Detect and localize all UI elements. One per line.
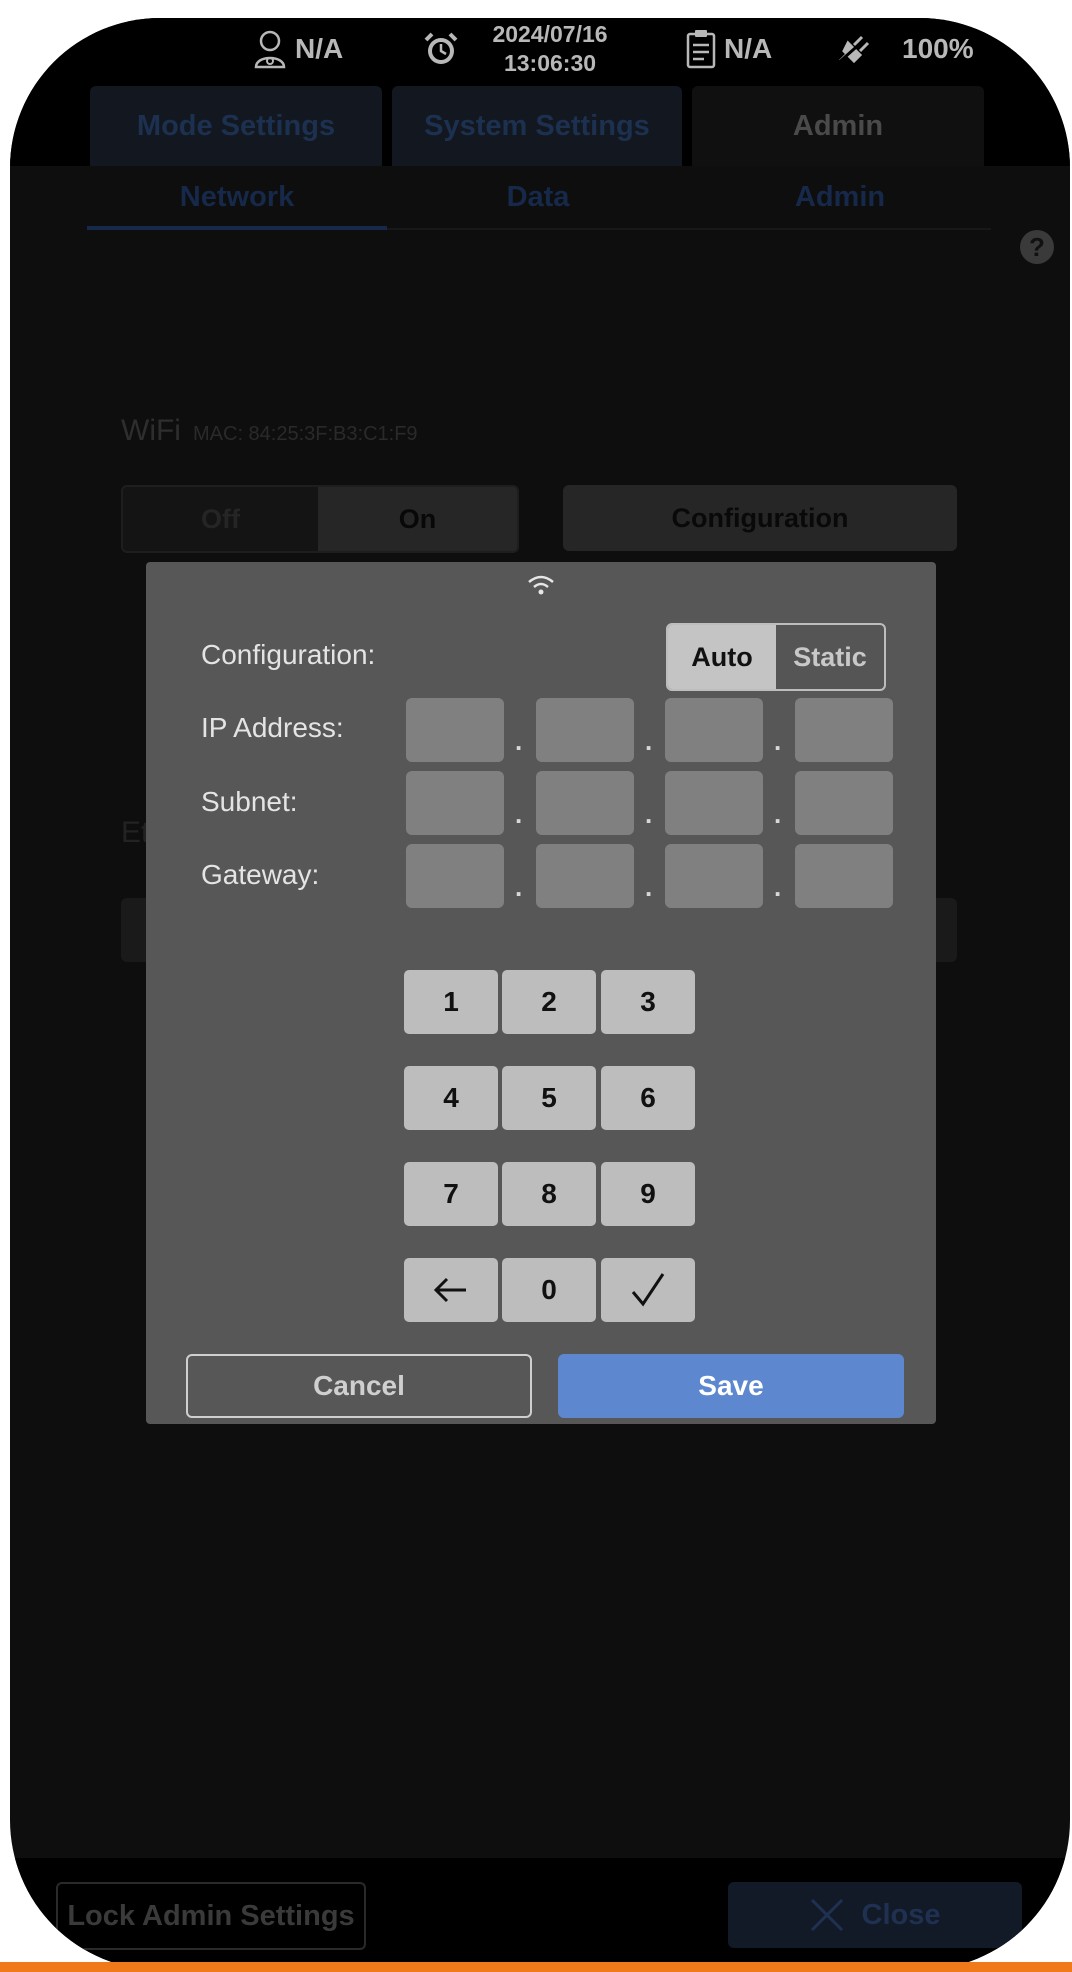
ip-octet-3[interactable] xyxy=(665,698,763,762)
date-text: 2024/07/16 xyxy=(492,21,608,47)
configuration-mode-selector[interactable]: Auto Static xyxy=(666,623,886,691)
wifi-on-option[interactable]: On xyxy=(318,487,517,551)
gateway-dot: . xyxy=(645,872,653,902)
key-3[interactable]: 3 xyxy=(601,970,695,1034)
tab-admin[interactable]: Admin xyxy=(692,86,984,166)
key-0[interactable]: 0 xyxy=(502,1258,596,1322)
lock-admin-settings-button[interactable]: Lock Admin Settings xyxy=(56,1882,366,1950)
alarm-clock-icon xyxy=(424,32,458,64)
wifi-toggle[interactable]: Off On xyxy=(121,485,519,553)
subtab-data[interactable]: Data xyxy=(387,166,689,228)
key-confirm[interactable] xyxy=(601,1258,695,1322)
gateway-octet-4[interactable] xyxy=(795,844,893,908)
subnet-dot: . xyxy=(645,799,653,829)
wifi-off-option[interactable]: Off xyxy=(123,487,318,551)
battery-value: 100% xyxy=(902,33,974,64)
clipboard-value: N/A xyxy=(724,33,773,64)
tab-system-settings[interactable]: System Settings xyxy=(392,86,682,166)
ip-octet-1[interactable] xyxy=(406,698,504,762)
auto-option[interactable]: Auto xyxy=(668,625,776,689)
ip-octet-2[interactable] xyxy=(536,698,634,762)
doctor-icon xyxy=(254,30,286,69)
alarm-status xyxy=(422,18,468,80)
power-status xyxy=(834,18,882,80)
close-button[interactable]: Close xyxy=(728,1882,1022,1948)
subnet-label: Subnet: xyxy=(201,786,298,817)
datetime: 2024/07/16 13:06:30 xyxy=(480,18,620,80)
subnet-octet-2[interactable] xyxy=(536,771,634,835)
cancel-button[interactable]: Cancel xyxy=(186,1354,532,1418)
bottom-bar: Lock Admin Settings Close xyxy=(10,1858,1070,1970)
sub-tabs: Network Data Admin xyxy=(87,166,991,230)
clipboard-status: N/A xyxy=(686,18,772,80)
gateway-label: Gateway: xyxy=(201,859,320,890)
gateway-octet-2[interactable] xyxy=(536,844,634,908)
battery-status: 100% xyxy=(902,18,974,80)
help-icon[interactable]: ? xyxy=(1020,230,1054,264)
subtab-admin[interactable]: Admin xyxy=(689,166,991,228)
wifi-label: WiFi xyxy=(121,414,181,447)
ip-dot: . xyxy=(515,726,523,756)
close-label: Close xyxy=(861,1898,941,1931)
tab-mode-settings[interactable]: Mode Settings xyxy=(90,86,382,166)
key-8[interactable]: 8 xyxy=(502,1162,596,1226)
static-option[interactable]: Static xyxy=(776,625,884,689)
gateway-octet-3[interactable] xyxy=(665,844,763,908)
gateway-octet-1[interactable] xyxy=(406,844,504,908)
gateway-dot: . xyxy=(774,872,782,902)
subnet-octet-3[interactable] xyxy=(665,771,763,835)
subtab-network[interactable]: Network xyxy=(87,166,387,230)
key-2[interactable]: 2 xyxy=(502,970,596,1034)
wifi-icon xyxy=(528,575,554,595)
key-4[interactable]: 4 xyxy=(404,1066,498,1130)
key-backspace[interactable] xyxy=(404,1258,498,1322)
key-7[interactable]: 7 xyxy=(404,1162,498,1226)
close-icon xyxy=(810,1898,843,1932)
key-5[interactable]: 5 xyxy=(502,1066,596,1130)
mac-address: MAC: 84:25:3F:B3:C1:F9 xyxy=(193,423,418,445)
key-9[interactable]: 9 xyxy=(601,1162,695,1226)
gateway-dot: . xyxy=(515,872,523,902)
device-screen: N/A 2024/07/16 13:06:30 N/A 100% Mode Se… xyxy=(10,18,1070,1970)
bottom-accent-bar xyxy=(0,1962,1072,1972)
unplugged-icon xyxy=(835,31,873,67)
main-tabs: Mode Settings System Settings Admin xyxy=(10,80,1070,166)
wifi-config-dialog: Configuration: Auto Static IP Address: .… xyxy=(146,562,936,1424)
key-6[interactable]: 6 xyxy=(601,1066,695,1130)
subnet-octet-4[interactable] xyxy=(795,771,893,835)
subnet-dot: . xyxy=(774,799,782,829)
ip-address-label: IP Address: xyxy=(201,712,344,743)
save-button[interactable]: Save xyxy=(558,1354,904,1418)
subnet-octet-1[interactable] xyxy=(406,771,504,835)
key-1[interactable]: 1 xyxy=(404,970,498,1034)
ip-octet-4[interactable] xyxy=(795,698,893,762)
wifi-configuration-button[interactable]: Configuration xyxy=(563,485,957,551)
back-arrow-icon xyxy=(433,1277,466,1303)
clipboard-icon xyxy=(686,30,716,69)
user-value: N/A xyxy=(295,33,344,64)
status-bar: N/A 2024/07/16 13:06:30 N/A 100% xyxy=(10,18,1070,80)
time-text: 13:06:30 xyxy=(503,50,597,76)
checkmark-icon xyxy=(631,1273,665,1307)
subnet-dot: . xyxy=(515,799,523,829)
ip-dot: . xyxy=(774,726,782,756)
ip-dot: . xyxy=(645,726,653,756)
user-status: N/A xyxy=(253,18,343,80)
configuration-label: Configuration: xyxy=(201,639,376,670)
